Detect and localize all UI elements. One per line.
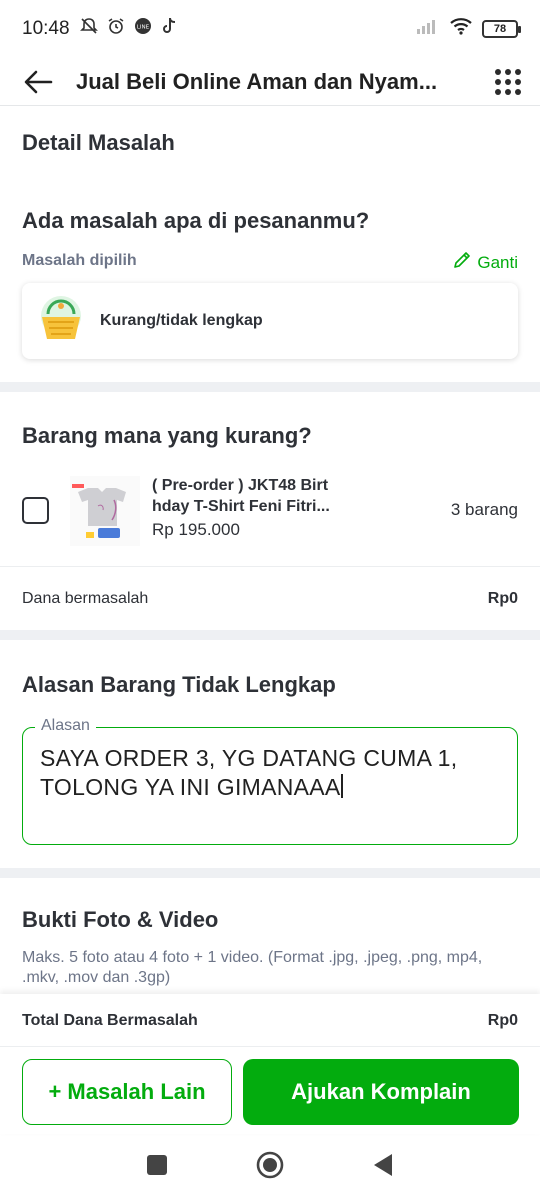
fund-label: Dana bermasalah (22, 590, 149, 607)
row-divider (0, 1046, 540, 1047)
product-name-line1: ( Pre-order ) JKT48 Birt (152, 477, 329, 494)
recents-icon[interactable] (146, 1154, 168, 1181)
submit-complaint-button[interactable]: Ajukan Komplain (243, 1059, 519, 1125)
bottom-panel: Total Dana Bermasalah Rp0 + Masalah Lain… (0, 994, 540, 1134)
detail-section-title: Detail Masalah (22, 130, 175, 155)
reason-line2: TOLONG YA INI GIMANAAA (40, 774, 341, 800)
selected-issue-label: Masalah dipilih (22, 252, 137, 269)
status-bar: 10:48 LINE 78 (0, 0, 540, 58)
total-value: Rp0 (487, 1012, 518, 1029)
reason-textarea[interactable]: Alasan SAYA ORDER 3, YG DATANG CUMA 1, T… (22, 717, 518, 845)
items-question: Barang mana yang kurang? (22, 423, 312, 448)
basket-icon (34, 292, 88, 351)
signal-icon (416, 17, 440, 41)
change-issue-label: Ganti (477, 252, 518, 272)
total-row: Total Dana Bermasalah Rp0 (22, 1012, 518, 1030)
product-price: Rp 195.000 (152, 520, 240, 539)
section-divider (0, 868, 540, 878)
product-quantity: 3 barang (450, 500, 518, 519)
product-name-line2: hday T-Shirt Feni Fitri... (152, 498, 330, 515)
home-icon[interactable] (256, 1151, 284, 1184)
issue-question: Ada masalah apa di pesananmu? (22, 208, 370, 233)
evidence-hint: Maks. 5 foto atau 4 foto + 1 video. (For… (22, 949, 483, 986)
line-app-icon: LINE (134, 17, 152, 41)
svg-text:LINE: LINE (136, 25, 149, 31)
system-nav-bar (0, 1134, 540, 1200)
battery-icon: 78 (482, 20, 521, 38)
text-caret (340, 774, 343, 798)
section-divider (0, 382, 540, 392)
reason-field-label: Alasan (35, 717, 96, 735)
page-title: Jual Beli Online Aman dan Nyam... (76, 68, 438, 94)
section-divider (0, 630, 540, 640)
add-issue-button[interactable]: + Masalah Lain (22, 1059, 232, 1125)
product-thumbnail (70, 476, 140, 546)
reason-section-title: Alasan Barang Tidak Lengkap (22, 672, 336, 697)
fund-value: Rp0 (487, 590, 518, 607)
product-row: ( Pre-order ) JKT48 Birt hday T-Shirt Fe… (0, 470, 540, 550)
reason-text: SAYA ORDER 3, YG DATANG CUMA 1, TOLONG Y… (40, 744, 500, 802)
back-arrow-icon[interactable] (22, 66, 54, 98)
grid-menu-icon[interactable] (494, 68, 522, 96)
product-name: ( Pre-order ) JKT48 Birt hday T-Shirt Fe… (152, 475, 352, 517)
back-triangle-icon[interactable] (372, 1153, 394, 1182)
tiktok-icon (161, 17, 177, 41)
selected-issue-text: Kurang/tidak lengkap (100, 312, 263, 329)
fund-row: Dana bermasalah Rp0 (22, 590, 518, 608)
mute-icon (79, 17, 98, 41)
row-divider (0, 566, 540, 567)
pencil-icon (453, 251, 471, 274)
total-label: Total Dana Bermasalah (22, 1012, 198, 1029)
alarm-icon (107, 17, 125, 41)
reason-line1: SAYA ORDER 3, YG DATANG CUMA 1, (40, 745, 458, 771)
app-header: Jual Beli Online Aman dan Nyam... (0, 58, 540, 106)
selected-issue-card: Kurang/tidak lengkap (22, 283, 518, 359)
product-checkbox[interactable] (22, 497, 49, 524)
evidence-section-title: Bukti Foto & Video (22, 907, 219, 932)
wifi-icon (449, 17, 473, 41)
change-issue-button[interactable]: Ganti (453, 251, 518, 274)
status-time: 10:48 (22, 18, 70, 39)
